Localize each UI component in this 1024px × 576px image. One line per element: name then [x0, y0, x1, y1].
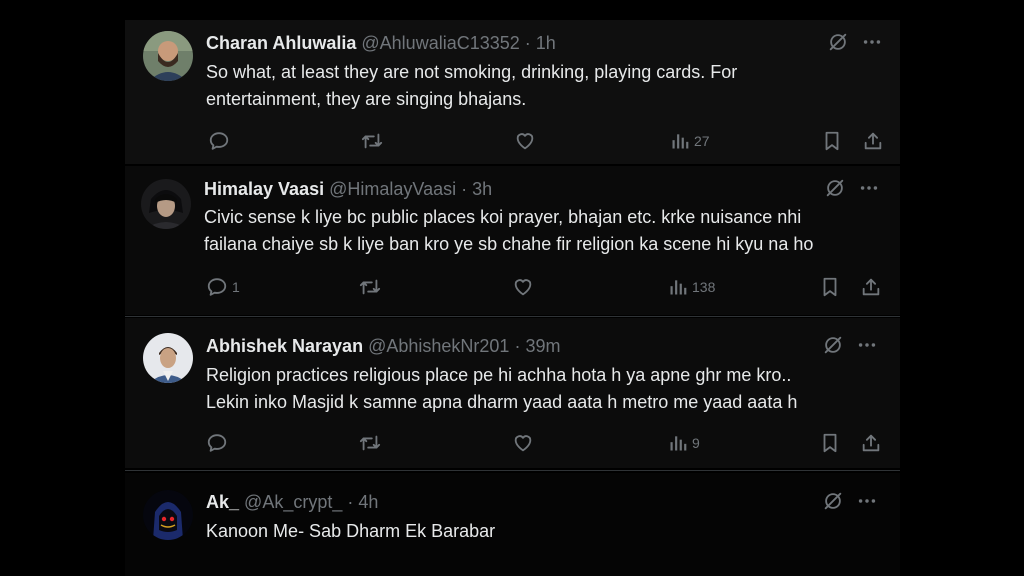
- grok-icon: [824, 177, 846, 199]
- share-button[interactable]: [860, 276, 882, 298]
- tweet-text-line: Civic sense k liye bc public places koi …: [204, 207, 802, 227]
- avatar[interactable]: [143, 31, 193, 81]
- more-icon: [856, 490, 878, 512]
- bookmark-icon: [819, 276, 841, 298]
- more-button[interactable]: [856, 490, 878, 512]
- tweet-text: Religion practices religious place pe hi…: [206, 362, 797, 416]
- author-name[interactable]: Abhishek Narayan: [206, 336, 363, 356]
- author-name[interactable]: Charan Ahluwalia: [206, 33, 356, 53]
- divider: [125, 470, 900, 471]
- author-name[interactable]: Himalay Vaasi: [204, 179, 324, 199]
- author-handle[interactable]: @Ak_crypt_: [244, 492, 342, 512]
- more-icon: [856, 334, 878, 356]
- timestamp[interactable]: 1h: [536, 33, 556, 53]
- tweet-text-line: Lekin inko Masjid k samne apna dharm yaa…: [206, 392, 798, 412]
- tweet-header: Himalay Vaasi @HimalayVaasi · 3h: [204, 178, 492, 200]
- retweet-icon: [358, 276, 382, 298]
- share-icon: [860, 432, 882, 454]
- grok-icon: [822, 334, 844, 356]
- separator-dot: ·: [514, 336, 521, 356]
- views-icon: [668, 433, 688, 453]
- tweet-text-line: So what, at least they are not smoking, …: [206, 62, 738, 82]
- retweet-button[interactable]: [358, 432, 382, 454]
- share-icon: [862, 130, 884, 152]
- tweet-header: Abhishek Narayan @AbhishekNr201 · 39m: [206, 335, 560, 357]
- author-handle[interactable]: @HimalayVaasi: [329, 179, 456, 199]
- retweet-icon: [358, 432, 382, 454]
- retweet-button[interactable]: [360, 130, 384, 152]
- retweet-button[interactable]: [358, 276, 382, 298]
- views-button[interactable]: 27: [670, 131, 710, 151]
- tweet-text: Kanoon Me- Sab Dharm Ek Barabar: [206, 518, 495, 545]
- grok-button[interactable]: [827, 31, 849, 53]
- views-count: 138: [692, 279, 716, 295]
- more-button[interactable]: [856, 334, 878, 356]
- grok-button[interactable]: [824, 177, 846, 199]
- reply-button[interactable]: [208, 130, 230, 152]
- grok-button[interactable]: [822, 334, 844, 356]
- bookmark-button[interactable]: [821, 130, 843, 152]
- timestamp[interactable]: 3h: [472, 179, 492, 199]
- views-button[interactable]: 9: [668, 433, 700, 453]
- views-count: 27: [694, 133, 710, 149]
- share-button[interactable]: [860, 432, 882, 454]
- grok-button[interactable]: [822, 490, 844, 512]
- more-icon: [858, 177, 880, 199]
- retweet-icon: [360, 130, 384, 152]
- separator-dot: ·: [524, 33, 531, 53]
- views-icon: [670, 131, 690, 151]
- tweet-text: So what, at least they are not smoking, …: [206, 59, 737, 113]
- grok-icon: [822, 490, 844, 512]
- author-handle[interactable]: @AhluwaliaC13352: [361, 33, 519, 53]
- more-button[interactable]: [858, 177, 880, 199]
- reply-button[interactable]: 1: [206, 276, 240, 298]
- bookmark-button[interactable]: [819, 276, 841, 298]
- views-button[interactable]: 138: [668, 277, 715, 297]
- timestamp[interactable]: 39m: [525, 336, 560, 356]
- like-button[interactable]: [512, 276, 534, 298]
- more-button[interactable]: [861, 31, 883, 53]
- bookmark-icon: [821, 130, 843, 152]
- avatar[interactable]: [143, 333, 193, 383]
- separator-dot: ·: [347, 492, 354, 512]
- grok-icon: [827, 31, 849, 53]
- author-name[interactable]: Ak_: [206, 492, 239, 512]
- reply-icon: [208, 130, 230, 152]
- timestamp[interactable]: 4h: [358, 492, 378, 512]
- reply-count: 1: [232, 279, 240, 295]
- like-icon: [514, 130, 536, 152]
- tweet-text-line: entertainment, they are singing bhajans.: [206, 89, 527, 109]
- reply-icon: [206, 276, 228, 298]
- bookmark-icon: [819, 432, 841, 454]
- tweet-header: Ak_ @Ak_crypt_ · 4h: [206, 491, 378, 513]
- tweet-header: Charan Ahluwalia @AhluwaliaC13352 · 1h: [206, 32, 556, 54]
- separator-dot: ·: [461, 179, 468, 199]
- tweet-text-line: Religion practices religious place pe hi…: [206, 365, 792, 385]
- like-icon: [512, 276, 534, 298]
- author-handle[interactable]: @AbhishekNr201: [368, 336, 509, 356]
- avatar[interactable]: [143, 490, 193, 540]
- views-icon: [668, 277, 688, 297]
- tweet-text: Civic sense k liye bc public places koi …: [204, 204, 813, 258]
- like-button[interactable]: [514, 130, 536, 152]
- tweet-text-line: failana chaiye sb k liye ban kro ye sb c…: [204, 234, 814, 254]
- reply-button[interactable]: [206, 432, 228, 454]
- views-count: 9: [692, 435, 700, 451]
- reply-icon: [206, 432, 228, 454]
- like-button[interactable]: [512, 432, 534, 454]
- share-button[interactable]: [862, 130, 884, 152]
- avatar[interactable]: [141, 179, 191, 229]
- more-icon: [861, 31, 883, 53]
- like-icon: [512, 432, 534, 454]
- tweet-text-line: Kanoon Me- Sab Dharm Ek Barabar: [206, 521, 496, 541]
- divider: [125, 316, 900, 317]
- share-icon: [860, 276, 882, 298]
- bookmark-button[interactable]: [819, 432, 841, 454]
